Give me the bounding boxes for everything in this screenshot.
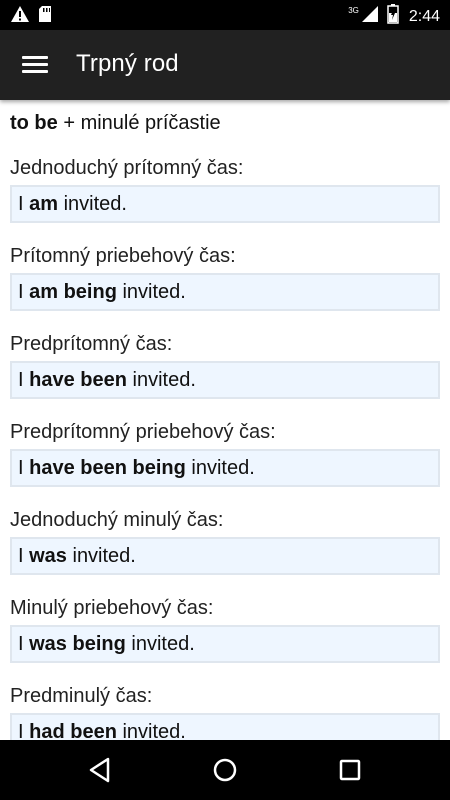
battery-icon <box>387 4 399 29</box>
back-button[interactable] <box>84 754 116 786</box>
example-strong: was being <box>29 633 126 655</box>
example-box: I had been invited. <box>10 713 440 740</box>
section-past-perfect: Predminulý čas: I had been invited. <box>10 685 440 740</box>
example-strong: have been <box>29 369 127 391</box>
status-bar-right: 3G 2:44 <box>348 4 440 29</box>
signal-icon <box>361 5 379 28</box>
formula-strong: to be <box>10 112 58 134</box>
network-type: 3G <box>348 6 359 15</box>
example-post: invited. <box>125 633 195 655</box>
example-strong: am <box>29 193 59 215</box>
content-scroll-area[interactable]: to be + minulé príčastie Jednoduchý prít… <box>0 100 450 740</box>
section-label: Predprítomný čas: <box>10 333 173 355</box>
section-label: Jednoduchý prítomný čas: <box>10 157 244 179</box>
recents-button[interactable] <box>334 754 366 786</box>
hamburger-line <box>22 70 48 73</box>
status-bar: 3G 2:44 <box>0 0 450 30</box>
example-pre: I <box>18 281 30 303</box>
example-pre: I <box>18 633 30 655</box>
example-post: invited. <box>185 457 255 479</box>
example-pre: I <box>18 457 30 479</box>
app-bar: Trpný rod <box>0 30 450 100</box>
home-icon <box>213 758 237 782</box>
example-box: I was invited. <box>10 537 440 575</box>
home-button[interactable] <box>209 754 241 786</box>
section-label: Minulý priebehový čas: <box>10 597 214 619</box>
example-strong: am being <box>29 281 117 303</box>
example-box: I am being invited. <box>10 273 440 311</box>
example-strong: have been being <box>29 457 186 479</box>
section-past-continuous: Minulý priebehový čas: I was being invit… <box>10 597 440 663</box>
example-post: invited. <box>126 369 196 391</box>
example-post: invited. <box>116 721 186 740</box>
example-box: I am invited. <box>10 185 440 223</box>
formula-text: to be + minulé príčastie <box>10 112 221 135</box>
section-present-perfect-continuous: Predprítomný priebehový čas: I have been… <box>10 421 440 487</box>
formula-rest: + minulé príčastie <box>57 112 221 134</box>
hamburger-menu-icon <box>22 56 48 59</box>
section-present-continuous: Prítomný priebehový čas: I am being invi… <box>10 245 440 311</box>
section-label: Predprítomný priebehový čas: <box>10 421 276 443</box>
section-present-perfect: Predprítomný čas: I have been invited. <box>10 333 440 399</box>
example-pre: I <box>18 193 30 215</box>
section-label: Predminulý čas: <box>10 685 153 707</box>
example-post: invited. <box>116 281 186 303</box>
sd-card-icon <box>38 5 52 28</box>
example-box: I have been invited. <box>10 361 440 399</box>
page-title: Trpný rod <box>76 50 179 77</box>
section-present-simple: Jednoduchý prítomný čas: I am invited. <box>10 157 440 223</box>
example-strong: had been <box>29 721 117 740</box>
hamburger-line <box>22 63 48 66</box>
example-pre: I <box>18 721 30 740</box>
example-box: I was being invited. <box>10 625 440 663</box>
back-icon <box>89 757 110 783</box>
warning-icon <box>10 5 30 28</box>
navigation-bar <box>0 740 450 800</box>
section-label: Jednoduchý minulý čas: <box>10 509 224 531</box>
example-pre: I <box>18 545 30 567</box>
status-bar-left <box>10 5 52 28</box>
example-post: invited. <box>58 193 127 215</box>
example-post: invited. <box>66 545 136 567</box>
example-pre: I <box>18 369 30 391</box>
example-box: I have been being invited. <box>10 449 440 487</box>
section-past-simple: Jednoduchý minulý čas: I was invited. <box>10 509 440 575</box>
example-strong: was <box>29 545 67 567</box>
recents-icon <box>339 759 361 781</box>
clock: 2:44 <box>408 7 440 25</box>
menu-button[interactable] <box>16 48 56 82</box>
section-label: Prítomný priebehový čas: <box>10 245 236 267</box>
